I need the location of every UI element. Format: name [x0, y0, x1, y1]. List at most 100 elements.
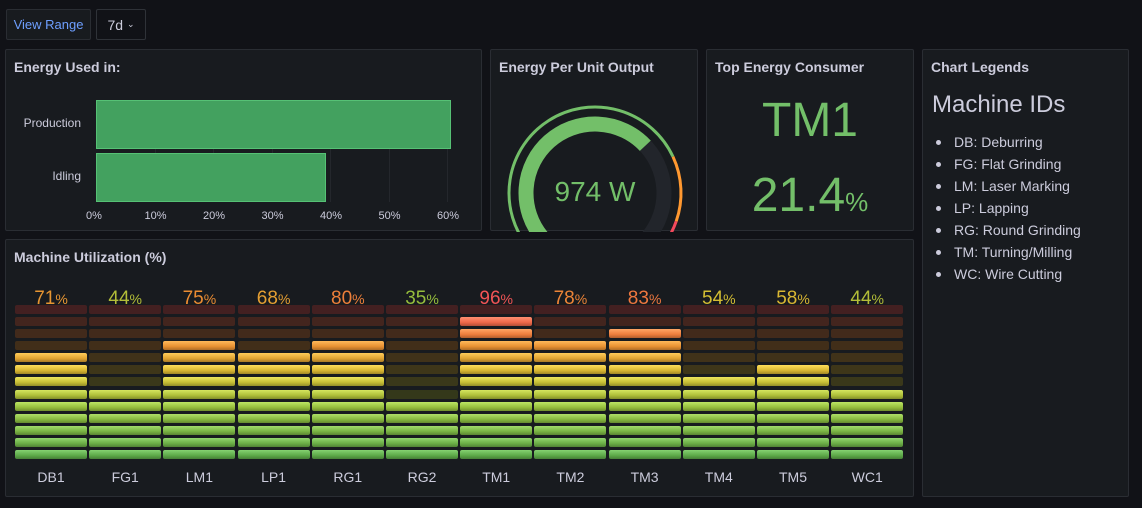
utilization-segment — [757, 316, 829, 326]
machine-utilization-panel: Machine Utilization (%) 71% DB1 44% FG1 75% L… — [5, 239, 914, 497]
utilization-segment — [89, 365, 162, 375]
utilization-segment — [460, 437, 533, 447]
utilization-segment — [460, 450, 533, 459]
utilization-segment — [237, 329, 310, 338]
utilization-segment — [608, 341, 681, 351]
chevron-down-icon: ⌄ — [127, 19, 135, 29]
utilization-segment — [163, 304, 236, 314]
machine-label: DB1 — [37, 469, 65, 485]
utilization-segment — [237, 437, 310, 447]
utilization-segment — [757, 365, 829, 375]
utilization-segment — [460, 304, 533, 314]
utilization-segment — [682, 341, 755, 351]
utilization-segment — [163, 341, 236, 351]
legend-item-text: RG: Round Grinding — [954, 222, 1081, 238]
utilization-segment — [608, 401, 681, 411]
x-tick-label: 20% — [203, 210, 226, 222]
utilization-segment — [682, 425, 755, 435]
utilization-segment — [682, 304, 755, 314]
utilization-segment — [460, 329, 533, 338]
utilization-segment — [15, 425, 87, 435]
utilization-segment — [831, 329, 904, 338]
utilization-segment — [237, 413, 310, 423]
utilization-segment — [89, 413, 162, 423]
utilization-segment — [15, 353, 87, 363]
utilization-segment — [311, 365, 384, 375]
utilization-segment — [163, 450, 236, 459]
utilization-segment — [757, 377, 829, 387]
energy-used-panel: Energy Used in: Production Idling 0% 10% 20%… — [5, 49, 482, 231]
utilization-segment — [682, 437, 755, 447]
utilization-segment — [682, 353, 755, 363]
view-range-label: View Range — [13, 17, 84, 32]
chart-legends-panel: Chart Legends Machine IDs DB: Deburring F… — [922, 49, 1129, 497]
utilization-segment — [386, 341, 458, 351]
utilization-segment — [163, 389, 236, 399]
utilization-segment — [460, 316, 533, 326]
machine-label: TM5 — [779, 469, 807, 485]
view-range-button[interactable]: View Range — [6, 9, 91, 40]
utilization-segment — [831, 341, 904, 351]
legend-item-text: DB: Deburring — [954, 134, 1043, 150]
utilization-segment — [15, 437, 87, 447]
legend-heading: Machine IDs — [932, 91, 1066, 118]
utilization-segment — [682, 365, 755, 375]
utilization-segment — [89, 425, 162, 435]
utilization-segment — [237, 425, 310, 435]
legend-item-text: FG: Flat Grinding — [954, 156, 1062, 172]
bar-category-label: Idling — [52, 169, 81, 183]
utilization-segment — [608, 353, 681, 363]
utilization-segment — [311, 377, 384, 387]
utilization-segment — [15, 316, 87, 326]
utilization-segment — [682, 450, 755, 459]
utilization-segment — [89, 377, 162, 387]
bar-category-label: Production — [23, 116, 81, 130]
utilization-segment — [311, 437, 384, 447]
time-range-value: 7d — [107, 16, 124, 33]
top-consumer-machine: TM1 — [762, 94, 858, 147]
utilization-segment — [237, 389, 310, 399]
utilization-segment — [311, 389, 384, 399]
utilization-segment — [534, 401, 607, 411]
utilization-segment — [311, 413, 384, 423]
utilization-segment — [89, 450, 162, 459]
legend-item: LM: Laser Marking — [936, 175, 1081, 197]
panel-title-top-consumer: Top Energy Consumer — [715, 59, 865, 75]
utilization-segment — [386, 329, 458, 338]
machine-label: TM2 — [556, 469, 585, 485]
utilization-segment — [89, 353, 162, 363]
utilization-segment — [163, 316, 236, 326]
legend-list: DB: Deburring FG: Flat Grinding LM: Laser … — [936, 131, 1081, 285]
utilization-segment — [163, 329, 236, 338]
utilization-bar-gauges: 71% DB1 44% FG1 75% LM1 68% LP1 80% RG1 35% RG2 96% T… — [6, 240, 915, 498]
utilization-segment — [386, 401, 458, 411]
utilization-segment — [163, 425, 236, 435]
utilization-segment — [15, 389, 87, 399]
utilization-segment — [757, 450, 829, 459]
utilization-segment — [460, 341, 533, 351]
machine-label: WC1 — [851, 469, 883, 485]
time-range-select[interactable]: 7d ⌄ — [96, 9, 146, 40]
energy-bar — [96, 153, 327, 202]
utilization-segment — [534, 437, 607, 447]
legend-item: WC: Wire Cutting — [936, 263, 1081, 285]
utilization-segment — [682, 389, 755, 399]
bullet-icon — [936, 249, 941, 255]
utilization-segment — [460, 365, 533, 375]
utilization-segment — [311, 341, 384, 351]
utilization-segment — [682, 413, 755, 423]
legend-item-text: TM: Turning/Milling — [954, 244, 1073, 260]
utilization-segment — [311, 316, 384, 326]
x-tick-label: 50% — [378, 210, 401, 222]
utilization-segment — [386, 316, 458, 326]
utilization-segment — [757, 437, 829, 447]
utilization-segment — [757, 401, 829, 411]
utilization-segment — [386, 389, 458, 399]
utilization-segment — [831, 437, 904, 447]
energy-bar-chart: Production Idling 0% 10% 20% 30% 40% 50% 60% — [6, 50, 483, 232]
top-consumer-panel: Top Energy Consumer TM1 21.4% — [706, 49, 914, 231]
x-tick-label: 10% — [144, 210, 167, 222]
utilization-segment — [534, 450, 607, 459]
utilization-segment — [89, 437, 162, 447]
utilization-segment — [386, 413, 458, 423]
